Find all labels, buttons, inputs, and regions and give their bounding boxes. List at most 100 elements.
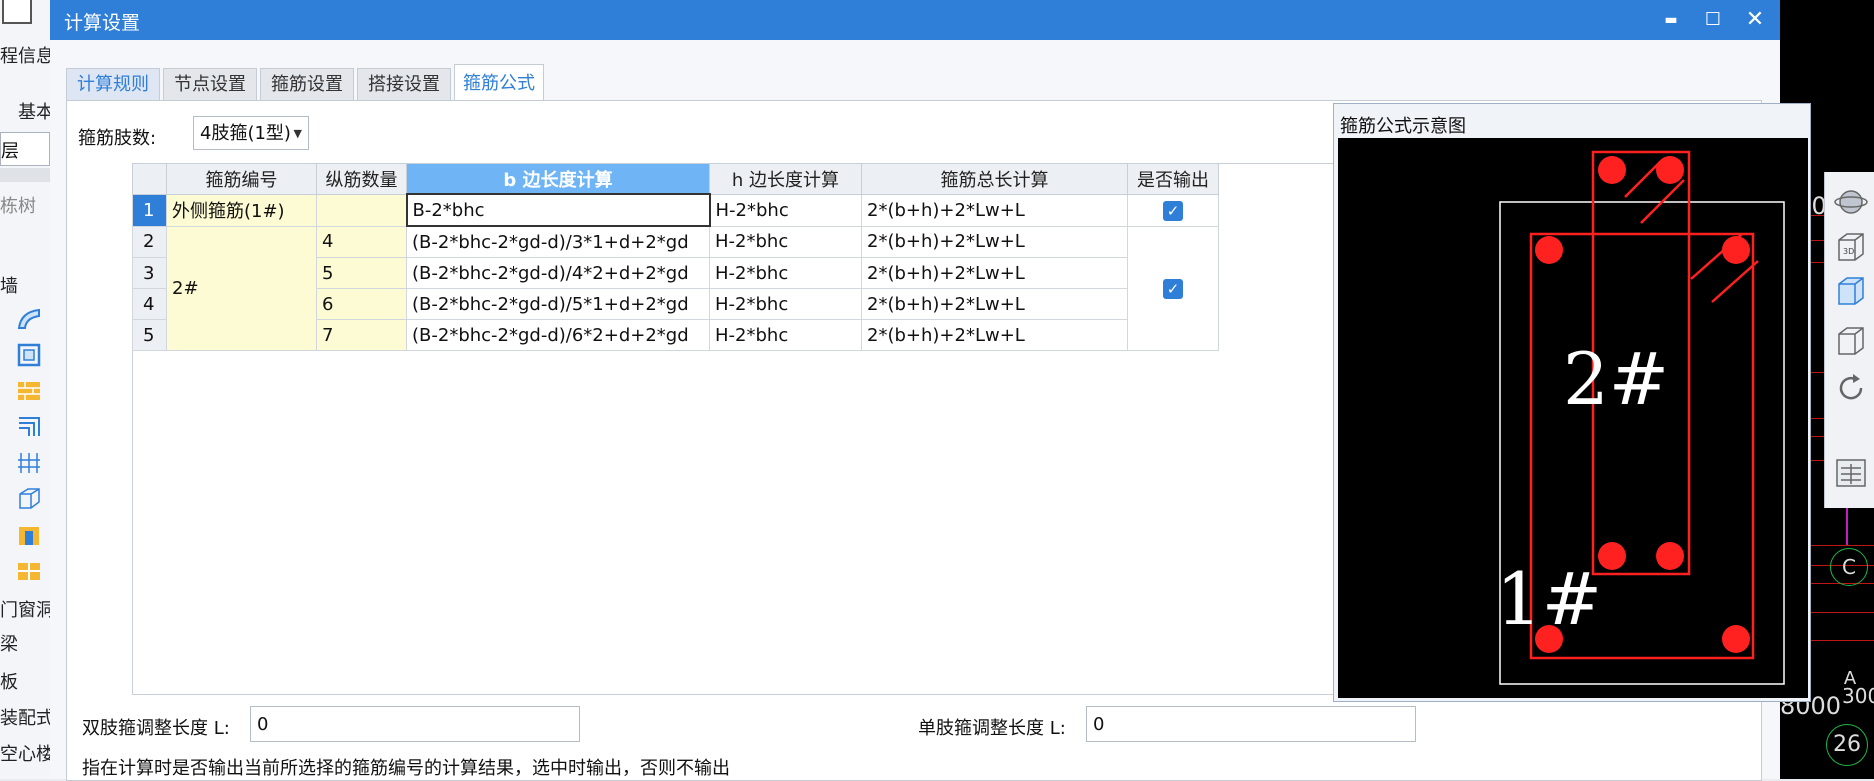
b-length-cell[interactable]: (B-2*bhc-2*gd-d)/3*1+d+2*gd (406, 225, 710, 258)
total-length-cell[interactable]: 2*(b+h)+2*Lw+L (861, 319, 1128, 351)
tab-lap-settings[interactable]: 搭接设置 (357, 68, 451, 101)
left-divider (0, 168, 50, 182)
left-label-project-info[interactable]: 程信息 (0, 42, 50, 68)
stirrup-limbs-select[interactable]: 4肢箍(1型) ▼ (193, 116, 309, 150)
axis-bubble-c: C (1830, 548, 1868, 586)
rebar-dot (1656, 156, 1684, 184)
column-icon[interactable] (16, 342, 42, 368)
column-header[interactable]: 纵筋数量 (316, 163, 407, 195)
h-length-cell[interactable]: H-2*bhc (709, 288, 862, 320)
tab-label: 计算规则 (77, 74, 149, 95)
layer-display-icon[interactable] (1833, 454, 1869, 490)
box-wall-icon[interactable] (16, 486, 42, 512)
stirrup-label-1: 1# (1496, 557, 1602, 641)
output-cell[interactable]: ✓ (1127, 225, 1219, 351)
dialog-titlebar[interactable]: 计算设置 ▬ ☐ ✕ (50, 0, 1780, 40)
project-info-icon[interactable] (2, 0, 32, 24)
output-checkbox[interactable]: ✓ (1163, 200, 1183, 221)
cube-view-icon[interactable] (1833, 272, 1869, 308)
double-limb-adjust-value: 0 (257, 714, 269, 735)
row-number[interactable]: 1 (132, 193, 167, 227)
grid-wall-icon[interactable] (16, 450, 42, 476)
3d-view-icon[interactable]: 3D (1833, 228, 1869, 264)
rebar-dot (1598, 542, 1626, 570)
total-length-cell[interactable]: 2*(b+h)+2*Lw+L (861, 193, 1128, 227)
axis-bubble-label: C (1842, 555, 1856, 579)
b-length-cell[interactable]: (B-2*bhc-2*gd-d)/4*2+d+2*gd (406, 257, 710, 289)
rotate-icon[interactable] (1833, 370, 1869, 406)
rebar-dot (1535, 236, 1563, 264)
axis-bubble-a: A (1836, 668, 1864, 696)
rebar-qty-cell[interactable]: 6 (316, 288, 407, 320)
rebar-qty-cell[interactable]: 4 (316, 225, 407, 258)
left-label-hollow-floor[interactable]: 空心楼 (0, 740, 50, 766)
grid-header-row: 箍筋编号 纵筋数量 b 边长度计算 h 边长度计算 箍筋总长计算 是否输出 (132, 163, 1219, 195)
double-limb-adjust-input[interactable]: 0 (250, 706, 580, 742)
single-limb-adjust-value: 0 (1093, 714, 1105, 735)
door-window-icon[interactable] (16, 522, 42, 548)
brick-wall-icon[interactable] (16, 378, 42, 404)
minimize-button[interactable]: ▬ (1654, 4, 1688, 36)
h-length-cell[interactable]: H-2*bhc (709, 319, 862, 351)
b-length-cell[interactable]: (B-2*bhc-2*gd-d)/6*2+d+2*gd (406, 319, 710, 351)
stirrup-limbs-value: 4肢箍(1型) (200, 123, 291, 144)
tab-stirrup-settings[interactable]: 箍筋设置 (260, 68, 354, 101)
axis-bubble-label: A (1843, 668, 1857, 689)
column-header[interactable]: 箍筋总长计算 (861, 163, 1128, 195)
total-length-cell[interactable]: 2*(b+h)+2*Lw+L (861, 225, 1128, 258)
column-header[interactable]: 箍筋编号 (166, 163, 317, 195)
formula-grid: 箍筋编号 纵筋数量 b 边长度计算 h 边长度计算 箍筋总长计算 是否输出 1 … (132, 163, 1219, 351)
tab-node-settings[interactable]: 节点设置 (163, 68, 257, 101)
output-cell[interactable]: ✓ (1127, 193, 1219, 227)
left-label-door-window[interactable]: 门窗洞 (0, 596, 50, 622)
column-header-selected[interactable]: b 边长度计算 (406, 163, 710, 195)
single-limb-adjust-label: 单肢箍调整长度 L: (918, 718, 1066, 739)
column-header[interactable]: 是否输出 (1127, 163, 1219, 195)
row-number[interactable]: 5 (132, 319, 167, 351)
stirrup-id-cell[interactable]: 外侧箍筋(1#) (166, 193, 317, 227)
chevron-down-icon[interactable]: ▼ (294, 117, 302, 151)
axis-bubble-label: 26 (1833, 732, 1861, 757)
stirrup-id-cell[interactable]: 2# (166, 225, 317, 351)
table-row[interactable]: 1 外侧箍筋(1#) B-2*bhc H-2*bhc 2*(b+h)+2*Lw+… (132, 193, 1219, 227)
h-length-cell[interactable]: H-2*bhc (709, 225, 862, 258)
rebar-qty-cell[interactable]: 5 (316, 257, 407, 289)
row-number[interactable]: 4 (132, 288, 167, 320)
h-length-cell[interactable]: H-2*bhc (709, 257, 862, 289)
left-label-wall[interactable]: 墙 (0, 272, 18, 298)
output-description-note: 指在计算时是否输出当前所选择的箍筋编号的计算结果，选中时输出，否则不输出 (82, 758, 730, 779)
row-number[interactable]: 3 (132, 257, 167, 289)
stirrup-limbs-label: 箍筋肢数: (78, 128, 157, 149)
dynamic-observe-icon[interactable] (1833, 184, 1869, 220)
rebar-qty-cell[interactable] (316, 193, 407, 227)
b-length-cell[interactable]: (B-2*bhc-2*gd-d)/5*1+d+2*gd (406, 288, 710, 320)
tab-calc-rules[interactable]: 计算规则 (66, 68, 160, 101)
axis-bubble-26: 26 (1826, 724, 1868, 766)
row-number[interactable]: 2 (132, 225, 167, 258)
left-label-prefab[interactable]: 装配式 (0, 704, 50, 730)
column-header[interactable]: h 边长度计算 (709, 163, 862, 195)
output-checkbox[interactable]: ✓ (1163, 278, 1183, 299)
total-length-cell[interactable]: 2*(b+h)+2*Lw+L (861, 257, 1128, 289)
b-length-cell[interactable]: B-2*bhc (405, 193, 711, 227)
svg-text:3D: 3D (1843, 247, 1854, 256)
wall-arc-icon[interactable] (16, 306, 42, 332)
tab-stirrup-formula[interactable]: 箍筋公式 (454, 64, 544, 102)
floor-selector[interactable]: 层 (0, 132, 50, 166)
close-button[interactable]: ✕ (1738, 4, 1772, 36)
left-label-slab[interactable]: 板 (0, 668, 18, 694)
total-length-cell[interactable]: 2*(b+h)+2*Lw+L (861, 288, 1128, 320)
single-limb-adjust-input[interactable]: 0 (1086, 706, 1416, 742)
table-row[interactable]: 2 2# 4 (B-2*bhc-2*gd-d)/3*1+d+2*gd H-2*b… (132, 225, 1219, 351)
left-label-tree[interactable]: 栋树 (0, 192, 36, 218)
rebar-qty-cell[interactable]: 7 (316, 319, 407, 351)
maximize-button[interactable]: ☐ (1696, 4, 1730, 36)
left-label-basic[interactable]: 基本 (18, 98, 50, 124)
stair-icon[interactable] (16, 414, 42, 440)
left-label-beam[interactable]: 梁 (0, 630, 18, 656)
h-length-cell[interactable]: H-2*bhc (709, 193, 862, 227)
box-view-icon[interactable] (1833, 322, 1869, 358)
corner-header[interactable] (132, 163, 167, 195)
view-toolbar: 3D (1824, 172, 1874, 508)
opening-icon[interactable] (16, 558, 42, 584)
